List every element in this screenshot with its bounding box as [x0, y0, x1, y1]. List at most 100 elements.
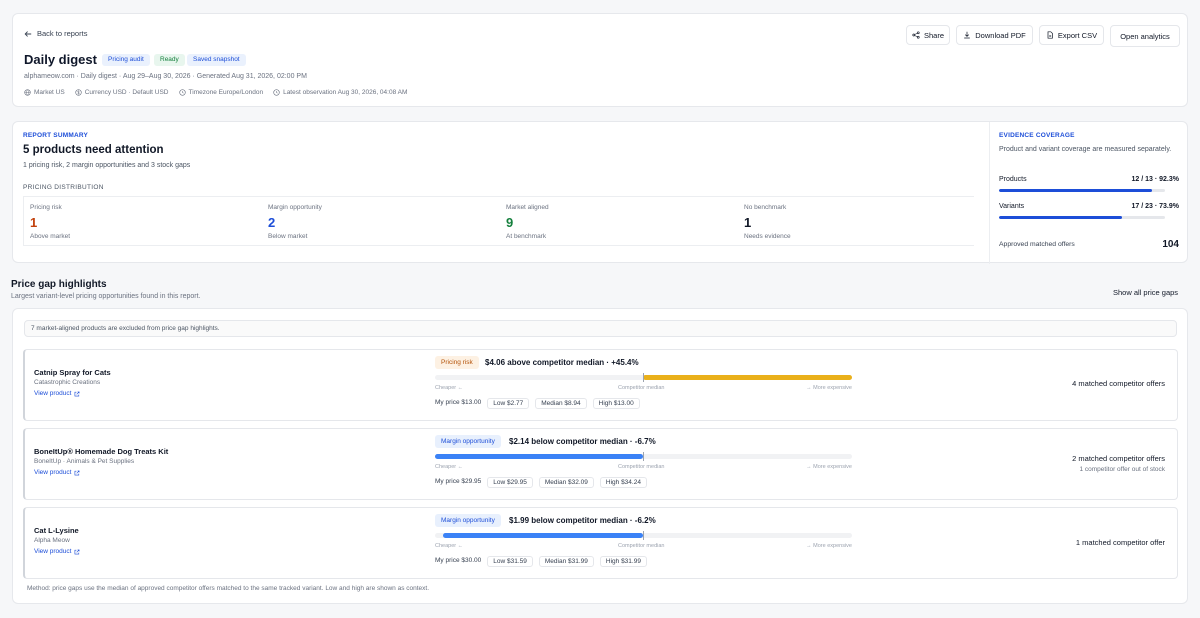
open-analytics-button[interactable]: Open analytics: [1110, 25, 1180, 47]
dist-pricing-risk: Pricing risk 1 Above market: [24, 197, 262, 247]
dist-market-aligned: Market aligned 9 At benchmark: [500, 197, 738, 247]
axis-mid-label: Competitor median: [618, 464, 665, 470]
dist-value: 1: [30, 215, 38, 230]
back-label: Back to reports: [37, 29, 88, 38]
open-analytics-label: Open analytics: [1120, 31, 1170, 41]
meta-latest-text: Latest observation Aug 30, 2026, 04:08 A…: [283, 89, 408, 96]
approved-label: Approved matched offers: [999, 241, 1075, 248]
coverage-products-row: Products 12 / 13 · 92.3%: [999, 176, 1179, 183]
gap-row: BoneItUp® Homemade Dog Treats Kit BoneIt…: [23, 428, 1178, 500]
show-all-price-gaps-link[interactable]: Show all price gaps: [1113, 288, 1178, 297]
share-label: Share: [923, 30, 944, 40]
gap-bar: [443, 533, 643, 538]
back-to-reports-link[interactable]: Back to reports: [24, 29, 87, 38]
dist-value: 1: [744, 215, 752, 230]
arrow-left-icon: [24, 30, 32, 37]
gap-track: [435, 373, 852, 382]
dist-no-benchmark: No benchmark 1 Needs evidence: [738, 197, 975, 247]
dist-label: Market aligned: [506, 204, 549, 211]
file-icon: [1047, 31, 1053, 39]
meta-market-text: Market US: [34, 89, 65, 96]
gap-row: Cat L-Lysine Alpha Meow View product Mar…: [23, 507, 1178, 579]
axis-left-label: Cheaper ←: [435, 543, 464, 549]
variants-value: 17 / 23 · 73.9%: [1131, 203, 1179, 210]
view-product-label: View product: [34, 548, 72, 555]
pricing-distribution: Pricing risk 1 Above market Margin oppor…: [23, 196, 974, 246]
distribution-label: PRICING DISTRIBUTION: [23, 184, 104, 191]
margin-opportunity-tag: Margin opportunity: [435, 435, 501, 448]
price-points: My price $13.00 Low $2.77 Median $8.94 H…: [435, 398, 640, 409]
axis-left-label: Cheaper ←: [435, 385, 464, 391]
view-product-label: View product: [34, 390, 72, 397]
report-meta: Market US Currency USD · Default USD Tim…: [24, 89, 407, 96]
clock-icon: [178, 89, 186, 96]
download-pdf-button[interactable]: Download PDF: [956, 25, 1033, 45]
product-name: BoneItUp® Homemade Dog Treats Kit: [34, 447, 169, 456]
meta-currency-text: Currency USD · Default USD: [84, 89, 169, 96]
matched-offers: 4 matched competitor offers: [1072, 379, 1165, 388]
product-brand: Alpha Meow: [34, 537, 70, 544]
low-price: Low $29.95: [487, 477, 533, 488]
export-csv-label: Export CSV: [1057, 30, 1098, 40]
price-gap-title: Price gap highlights: [11, 279, 107, 290]
dist-label: Pricing risk: [30, 204, 62, 211]
products-coverage-bar: [999, 189, 1165, 192]
product-brand: BoneItUp · Animals & Pet Supplies: [34, 458, 135, 465]
median-marker: [643, 452, 644, 461]
export-csv-button[interactable]: Export CSV: [1039, 25, 1104, 45]
approved-offers-row: Approved matched offers 104: [999, 239, 1179, 250]
products-coverage-fill: [999, 189, 1153, 192]
report-header: Back to reports Daily digest Pricing aud…: [12, 13, 1188, 107]
share-icon: [912, 31, 920, 39]
axis-mid-label: Competitor median: [618, 385, 665, 391]
product-brand: Catastrophic Creations: [34, 379, 101, 386]
matched-offers: 2 matched competitor offers: [1072, 454, 1165, 463]
median-marker: [643, 531, 644, 540]
median-price: Median $8.94: [535, 398, 587, 409]
gap-bar: [435, 454, 643, 459]
share-button[interactable]: Share: [906, 25, 950, 45]
method-note: Method: price gaps use the median of app…: [27, 585, 430, 592]
external-link-icon: [75, 470, 80, 475]
meta-latest: Latest observation Aug 30, 2026, 04:08 A…: [273, 89, 407, 96]
dist-label: Margin opportunity: [268, 204, 322, 211]
approved-value: 104: [1162, 239, 1179, 250]
high-price: High $34.24: [599, 477, 647, 488]
dist-desc: At benchmark: [506, 233, 547, 240]
view-product-link[interactable]: View product: [34, 469, 80, 476]
axis-left-label: Cheaper ←: [435, 464, 464, 470]
high-price: High $13.00: [592, 398, 640, 409]
high-price: High $31.99: [599, 556, 647, 567]
summary-subtitle: 1 pricing risk, 2 margin opportunities a…: [23, 162, 191, 169]
dist-desc: Above market: [30, 233, 71, 240]
gap-row: Catnip Spray for Cats Catastrophic Creat…: [23, 349, 1178, 421]
gap-track: [435, 452, 852, 461]
evidence-coverage: EVIDENCE COVERAGE Product and variant co…: [989, 122, 1189, 264]
excluded-notice: 7 market-aligned products are excluded f…: [24, 320, 1177, 337]
report-subline: alphameow.com · Daily digest · Aug 29–Au…: [24, 73, 307, 80]
clock-icon: [273, 89, 280, 96]
dist-value: 9: [506, 215, 514, 230]
chip-pricing-audit: Pricing audit: [102, 54, 150, 66]
view-product-link[interactable]: View product: [34, 548, 80, 555]
my-price: My price $30.00: [435, 557, 482, 564]
axis-right-label: → More expensive: [806, 385, 852, 391]
coverage-description: Product and variant coverage are measure…: [999, 146, 1172, 153]
margin-opportunity-tag: Margin opportunity: [435, 514, 501, 527]
variants-coverage-fill: [999, 216, 1122, 219]
my-price: My price $13.00: [435, 399, 482, 406]
external-link-icon: [75, 391, 80, 396]
gap-bar: [643, 375, 852, 380]
pricing-risk-tag: Pricing risk: [435, 356, 479, 369]
dist-desc: Needs evidence: [744, 233, 791, 240]
coverage-kicker: EVIDENCE COVERAGE: [999, 132, 1075, 139]
globe-icon: [24, 89, 31, 96]
low-price: Low $2.77: [487, 398, 530, 409]
chip-ready: Ready: [154, 54, 185, 66]
dist-label: No benchmark: [744, 204, 787, 211]
my-price: My price $29.95: [435, 478, 482, 485]
view-product-link[interactable]: View product: [34, 390, 80, 397]
median-marker: [643, 373, 644, 382]
price-points: My price $29.95 Low $29.95 Median $32.09…: [435, 477, 647, 488]
meta-currency: Currency USD · Default USD: [75, 89, 169, 96]
